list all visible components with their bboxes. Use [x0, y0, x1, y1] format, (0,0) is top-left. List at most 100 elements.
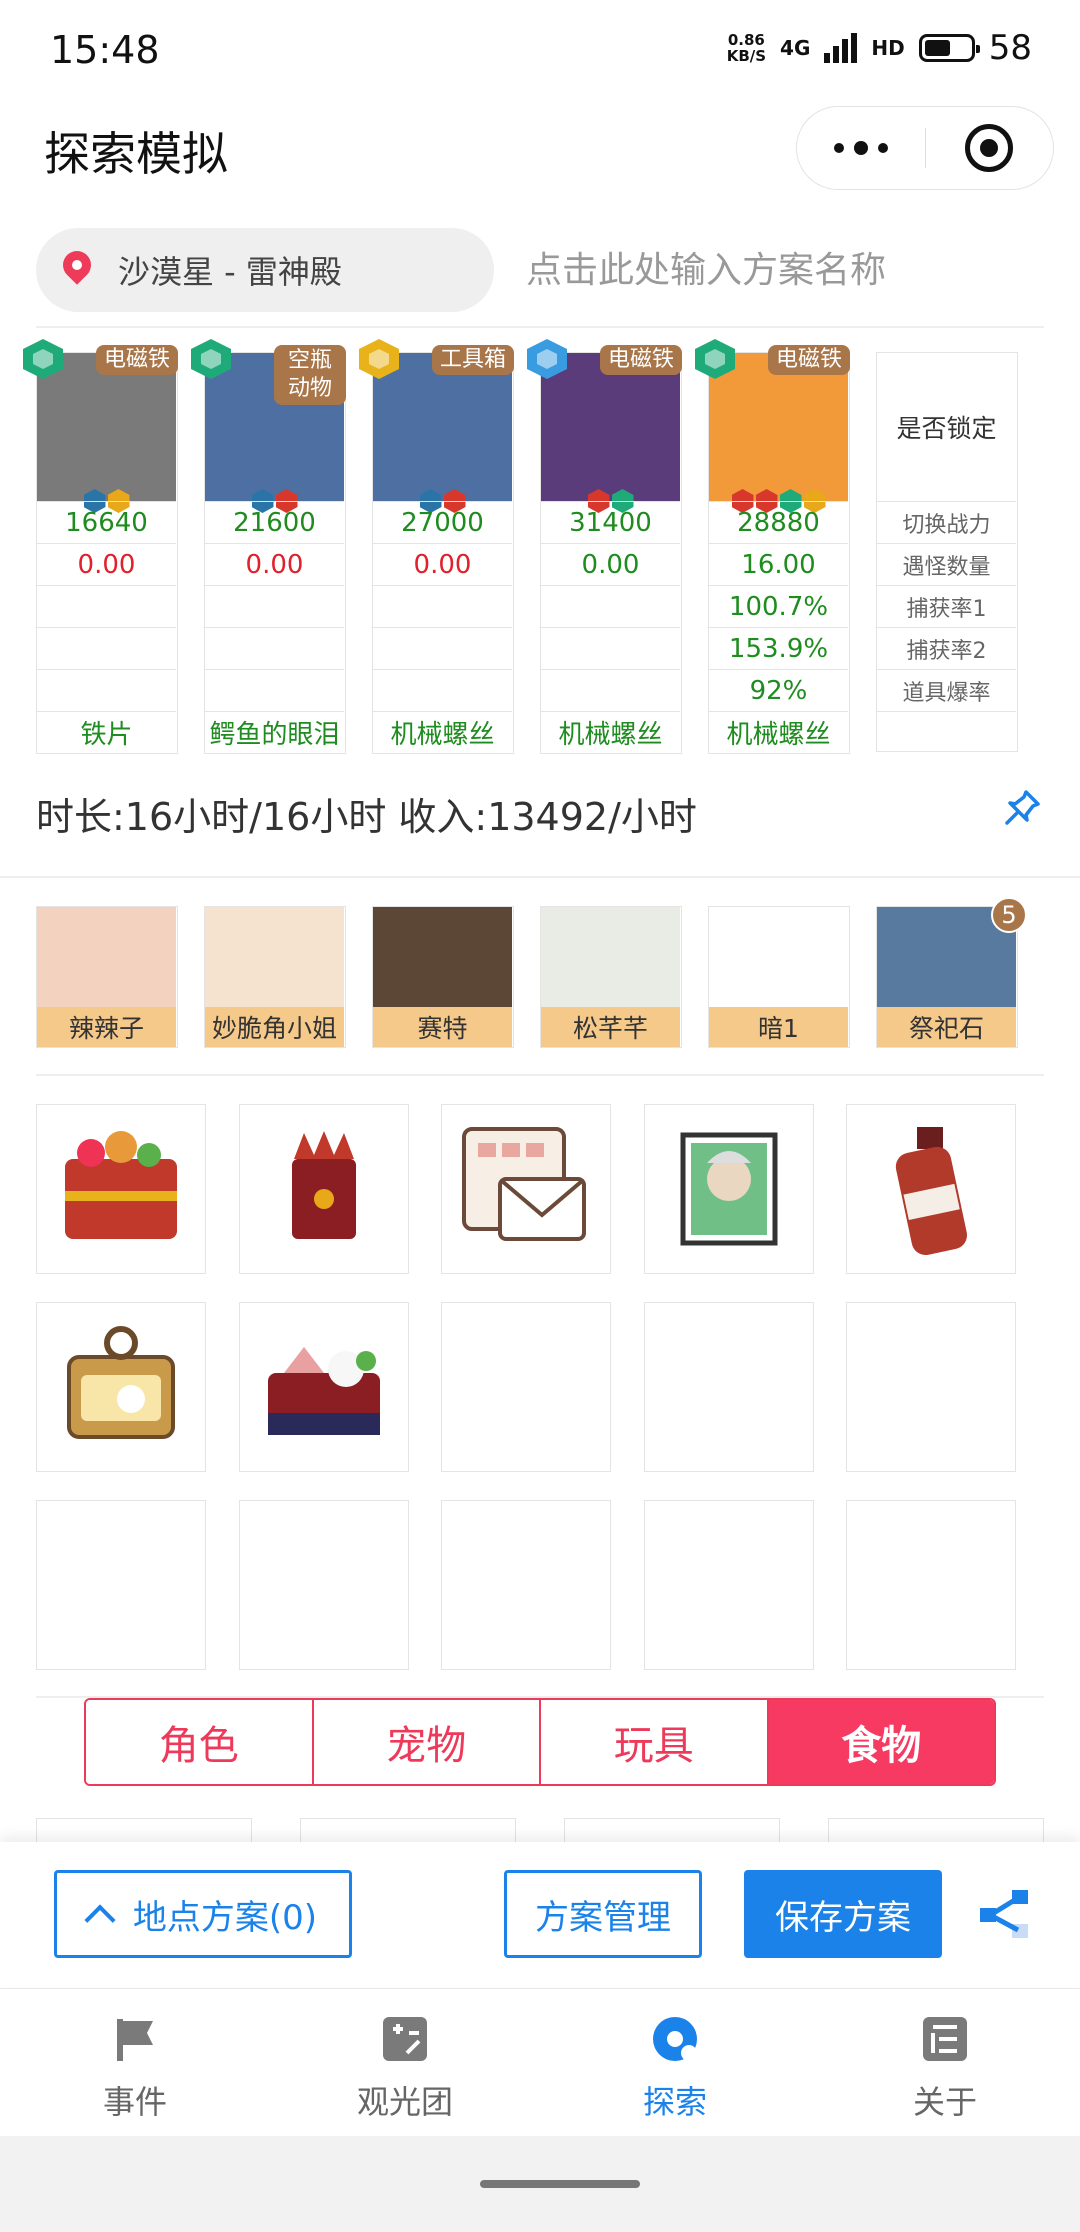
food-slot[interactable]: [36, 1104, 206, 1274]
explore-icon: [653, 2017, 697, 2061]
location-name: 沙漠星 - 雷神殿: [118, 253, 342, 291]
status-bar: 15:48 0.86 KB/S 4G HD 58: [0, 0, 1080, 100]
network-type: 4G: [780, 36, 811, 60]
pet-capture-rate-2: [373, 627, 512, 669]
lock-row-label: 捕获率1: [877, 585, 1016, 627]
lock-row-empty: [877, 711, 1016, 753]
tabbar-item-tour[interactable]: 观光团: [270, 1989, 540, 2136]
food-slot[interactable]: [643, 1104, 814, 1274]
role-card[interactable]: 辣辣子: [36, 906, 178, 1048]
empty-food-slot[interactable]: [643, 1500, 814, 1670]
list-item: [828, 1818, 1044, 1842]
pet-drop-item: 铁片: [37, 711, 176, 753]
food-slot[interactable]: [846, 1104, 1016, 1274]
more-menu-icon[interactable]: [797, 141, 925, 155]
role-card[interactable]: 妙脆角小姐: [204, 906, 346, 1048]
nav-bar: 探索模拟: [0, 100, 1080, 200]
calculator-icon: [383, 2017, 427, 2061]
pet-monster-count: 16.00: [709, 543, 848, 585]
flag-icon: [117, 2019, 153, 2061]
save-plan-button[interactable]: 保存方案: [744, 1870, 942, 1958]
pet-drop-item: 机械螺丝: [373, 711, 512, 753]
home-indicator[interactable]: [480, 2180, 640, 2188]
battery-level: 58: [988, 28, 1032, 68]
empty-food-slot[interactable]: [846, 1302, 1016, 1472]
food-slot[interactable]: [441, 1104, 611, 1274]
role-avatar: [709, 907, 848, 1007]
empty-food-slot[interactable]: [36, 1500, 206, 1670]
list-item: [36, 1818, 252, 1842]
role-name: 赛特: [373, 1007, 512, 1047]
pet-power: 21600: [205, 501, 344, 543]
pin-icon[interactable]: [1002, 788, 1042, 828]
pet-capture-rate-2: 153.9%: [709, 627, 848, 669]
location-row: 沙漠星 - 雷神殿: [36, 228, 1044, 314]
role-name: 暗1: [709, 1007, 848, 1047]
empty-food-slot[interactable]: [643, 1302, 814, 1472]
list-item: [564, 1818, 780, 1842]
speed-unit: KB/S: [726, 47, 767, 65]
pet-card[interactable]: 电磁铁 16640 0.00 铁片: [23, 339, 178, 754]
lock-row-label: 切换战力: [877, 501, 1016, 543]
miniprogram-capsule: [796, 106, 1054, 190]
role-card[interactable]: 赛特: [372, 906, 514, 1048]
pet-card[interactable]: 工具箱 27000 0.00 机械螺丝: [359, 339, 514, 754]
empty-food-slot[interactable]: [238, 1500, 409, 1670]
empty-food-slot[interactable]: [441, 1302, 611, 1472]
location-selector[interactable]: 沙漠星 - 雷神殿: [36, 228, 494, 312]
food-slot[interactable]: [238, 1302, 409, 1472]
role-card[interactable]: 松芊芊: [540, 906, 682, 1048]
pet-image: [37, 353, 176, 501]
tabbar-label: 探索: [642, 2083, 707, 2121]
tab-pet[interactable]: 宠物: [313, 1700, 541, 1784]
location-plans-button[interactable]: 地点方案(0): [54, 1870, 352, 1958]
tabbar-item-explore[interactable]: 探索: [540, 1989, 810, 2136]
food-slot[interactable]: [36, 1302, 206, 1472]
battery-icon: [918, 34, 980, 62]
empty-food-slot[interactable]: [846, 1500, 1016, 1670]
tabbar-label: 观光团: [356, 2083, 453, 2121]
bento-box-icon: [65, 1131, 177, 1239]
role-name: 辣辣子: [37, 1007, 176, 1047]
lock-column[interactable]: 是否锁定 切换战力 遇怪数量 捕获率1 捕获率2 道具爆率: [876, 352, 1018, 752]
tabbar-item-events[interactable]: 事件: [0, 1989, 270, 2136]
pet-image: [709, 353, 848, 501]
pet-tool-tag: 工具箱: [431, 345, 514, 375]
location-pin-icon: [60, 251, 94, 289]
tab-role[interactable]: 角色: [86, 1700, 314, 1784]
pet-card[interactable]: 电磁铁 28880 16.00 100.7% 153.9% 92% 机械螺丝: [695, 339, 850, 754]
pet-card[interactable]: 空瓶动物 21600 0.00 鳄鱼的眼泪: [191, 339, 346, 754]
tabbar-item-about[interactable]: 关于: [810, 1989, 1080, 2136]
lock-row-label: 捕获率2: [877, 627, 1016, 669]
location-plans-label: 地点方案(0): [132, 1897, 318, 1938]
pet-drop-rate: [373, 669, 512, 711]
role-avatar: [373, 907, 512, 1007]
pet-tool-tag: 电磁铁: [767, 345, 850, 375]
pet-capture-rate-1: [541, 585, 680, 627]
cat-snack-can-icon: [67, 1326, 175, 1439]
tab-toy[interactable]: 玩具: [541, 1700, 769, 1784]
tab-food[interactable]: 食物: [768, 1700, 994, 1784]
pet-power: 27000: [373, 501, 512, 543]
tabbar-label: 事件: [102, 2083, 167, 2121]
category-tabs: 角色 宠物 玩具 食物: [84, 1698, 996, 1786]
role-card[interactable]: 暗1: [708, 906, 850, 1048]
pet-capture-rate-2: [37, 627, 176, 669]
manage-plans-button[interactable]: 方案管理: [504, 1870, 702, 1958]
role-card[interactable]: 祭祀石 5: [876, 897, 1027, 1048]
food-slot[interactable]: [238, 1104, 409, 1274]
pet-drop-rate: 92%: [709, 669, 848, 711]
pet-image: [541, 353, 680, 501]
pet-card[interactable]: 电磁铁 31400 0.00 机械螺丝: [527, 339, 682, 754]
pet-drop-item: 机械螺丝: [709, 711, 848, 753]
pet-power: 16640: [37, 501, 176, 543]
close-miniprogram-icon[interactable]: [926, 124, 1054, 172]
pet-drop-item: 机械螺丝: [541, 711, 680, 753]
pet-tool-tag: 电磁铁: [95, 345, 178, 375]
status-icons: 0.86 KB/S 4G HD 58: [727, 28, 1032, 68]
manage-plans-label: 方案管理: [535, 1897, 671, 1938]
empty-food-slot[interactable]: [441, 1500, 611, 1670]
plan-name-input[interactable]: [526, 242, 1026, 298]
portrait-frame-icon: [680, 1132, 777, 1246]
share-icon[interactable]: [978, 1886, 1032, 1940]
